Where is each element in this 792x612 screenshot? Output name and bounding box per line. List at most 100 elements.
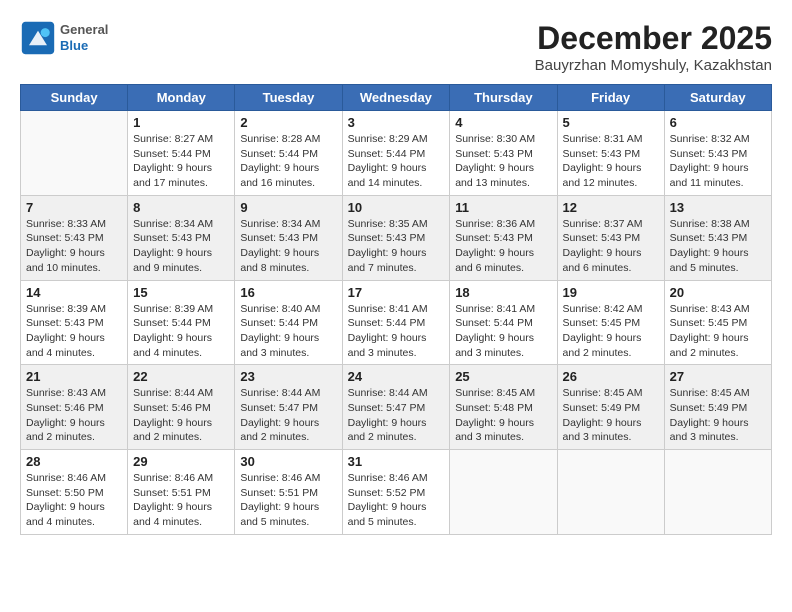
day-info: Sunrise: 8:44 AMSunset: 5:46 PMDaylight:…	[133, 386, 229, 445]
day-info: Sunrise: 8:45 AMSunset: 5:49 PMDaylight:…	[563, 386, 659, 445]
calendar-cell: 5Sunrise: 8:31 AMSunset: 5:43 PMDaylight…	[557, 111, 664, 196]
calendar-cell: 25Sunrise: 8:45 AMSunset: 5:48 PMDayligh…	[450, 365, 557, 450]
logo-icon	[20, 20, 56, 56]
logo-text: General Blue	[60, 22, 108, 53]
day-number: 19	[563, 285, 659, 300]
day-info: Sunrise: 8:44 AMSunset: 5:47 PMDaylight:…	[240, 386, 336, 445]
day-info: Sunrise: 8:45 AMSunset: 5:49 PMDaylight:…	[670, 386, 766, 445]
day-number: 14	[26, 285, 122, 300]
calendar-header-sunday: Sunday	[21, 85, 128, 111]
calendar-header-monday: Monday	[128, 85, 235, 111]
day-info: Sunrise: 8:30 AMSunset: 5:43 PMDaylight:…	[455, 132, 551, 191]
day-number: 30	[240, 454, 336, 469]
calendar-cell: 20Sunrise: 8:43 AMSunset: 5:45 PMDayligh…	[664, 280, 771, 365]
calendar-cell: 11 Sunrise: 8:36 AMSunset: 5:43 PMDayligh…	[450, 195, 557, 280]
calendar-cell: 3 Sunrise: 8:29 AMSunset: 5:44 PMDaylight…	[342, 111, 450, 196]
day-info: Sunrise: 8:46 AMSunset: 5:52 PMDaylight:…	[348, 471, 445, 530]
calendar-cell: 4 Sunrise: 8:30 AMSunset: 5:43 PMDaylight…	[450, 111, 557, 196]
day-info: Sunrise: 8:28 AMSunset: 5:44 PMDaylight:…	[240, 132, 336, 191]
calendar-cell: 19 Sunrise: 8:42 AMSunset: 5:45 PMDayligh…	[557, 280, 664, 365]
calendar-cell: 18Sunrise: 8:41 AMSunset: 5:44 PMDayligh…	[450, 280, 557, 365]
logo-blue-text: Blue	[60, 38, 108, 54]
calendar-cell: 1 Sunrise: 8:27 AMSunset: 5:44 PMDaylight…	[128, 111, 235, 196]
day-info: Sunrise: 8:31 AMSunset: 5:43 PMDaylight:…	[563, 132, 659, 191]
day-info: Sunrise: 8:33 AMSunset: 5:43 PMDaylight:…	[26, 217, 122, 276]
day-info: Sunrise: 8:46 AMSunset: 5:50 PMDaylight:…	[26, 471, 122, 530]
day-info: Sunrise: 8:27 AMSunset: 5:44 PMDaylight:…	[133, 132, 229, 191]
calendar-week-row: 14 Sunrise: 8:39 AMSunset: 5:43 PMDayligh…	[21, 280, 772, 365]
day-info: Sunrise: 8:32 AMSunset: 5:43 PMDaylight:…	[670, 132, 766, 191]
page-header: General Blue December 2025 Bauyrzhan Mom…	[20, 20, 772, 74]
page-subtitle: Bauyrzhan Momyshuly, Kazakhstan	[535, 57, 772, 74]
day-number: 16	[240, 285, 336, 300]
day-info: Sunrise: 8:36 AMSunset: 5:43 PMDaylight:…	[455, 217, 551, 276]
calendar-cell: 17 Sunrise: 8:41 AMSunset: 5:44 PMDayligh…	[342, 280, 450, 365]
day-info: Sunrise: 8:37 AMSunset: 5:43 PMDaylight:…	[563, 217, 659, 276]
calendar-cell: 7 Sunrise: 8:33 AMSunset: 5:43 PMDaylight…	[21, 195, 128, 280]
calendar-cell	[21, 111, 128, 196]
logo-general-text: General	[60, 22, 108, 38]
day-info: Sunrise: 8:38 AMSunset: 5:43 PMDaylight:…	[670, 217, 766, 276]
day-info: Sunrise: 8:39 AMSunset: 5:43 PMDaylight:…	[26, 302, 122, 361]
calendar-cell: 14 Sunrise: 8:39 AMSunset: 5:43 PMDayligh…	[21, 280, 128, 365]
day-number: 29	[133, 454, 229, 469]
calendar-cell: 8Sunrise: 8:34 AMSunset: 5:43 PMDaylight…	[128, 195, 235, 280]
calendar-header-thursday: Thursday	[450, 85, 557, 111]
calendar-cell: 13 Sunrise: 8:38 AMSunset: 5:43 PMDayligh…	[664, 195, 771, 280]
calendar-header-wednesday: Wednesday	[342, 85, 450, 111]
day-number: 31	[348, 454, 445, 469]
calendar-cell: 2 Sunrise: 8:28 AMSunset: 5:44 PMDaylight…	[235, 111, 342, 196]
day-info: Sunrise: 8:41 AMSunset: 5:44 PMDaylight:…	[455, 302, 551, 361]
day-info: Sunrise: 8:43 AMSunset: 5:46 PMDaylight:…	[26, 386, 122, 445]
day-info: Sunrise: 8:35 AMSunset: 5:43 PMDaylight:…	[348, 217, 445, 276]
calendar-header-tuesday: Tuesday	[235, 85, 342, 111]
day-number: 26	[563, 369, 659, 384]
calendar-cell: 12 Sunrise: 8:37 AMSunset: 5:43 PMDayligh…	[557, 195, 664, 280]
day-number: 13	[670, 200, 766, 215]
day-number: 15	[133, 285, 229, 300]
day-number: 3	[348, 115, 445, 130]
calendar-table: SundayMondayTuesdayWednesdayThursdayFrid…	[20, 84, 772, 535]
day-number: 1	[133, 115, 229, 130]
day-number: 10	[348, 200, 445, 215]
calendar-cell: 29Sunrise: 8:46 AMSunset: 5:51 PMDayligh…	[128, 450, 235, 535]
calendar-cell: 28Sunrise: 8:46 AMSunset: 5:50 PMDayligh…	[21, 450, 128, 535]
calendar-header-friday: Friday	[557, 85, 664, 111]
day-number: 17	[348, 285, 445, 300]
calendar-cell: 22Sunrise: 8:44 AMSunset: 5:46 PMDayligh…	[128, 365, 235, 450]
calendar-cell: 9Sunrise: 8:34 AMSunset: 5:43 PMDaylight…	[235, 195, 342, 280]
day-number: 8	[133, 200, 229, 215]
day-info: Sunrise: 8:43 AMSunset: 5:45 PMDaylight:…	[670, 302, 766, 361]
day-info: Sunrise: 8:40 AMSunset: 5:44 PMDaylight:…	[240, 302, 336, 361]
day-info: Sunrise: 8:29 AMSunset: 5:44 PMDaylight:…	[348, 132, 445, 191]
day-info: Sunrise: 8:46 AMSunset: 5:51 PMDaylight:…	[240, 471, 336, 530]
calendar-cell: 21 Sunrise: 8:43 AMSunset: 5:46 PMDayligh…	[21, 365, 128, 450]
calendar-header-row: SundayMondayTuesdayWednesdayThursdayFrid…	[21, 85, 772, 111]
calendar-cell: 27 Sunrise: 8:45 AMSunset: 5:49 PMDayligh…	[664, 365, 771, 450]
day-number: 2	[240, 115, 336, 130]
calendar-cell: 15Sunrise: 8:39 AMSunset: 5:44 PMDayligh…	[128, 280, 235, 365]
day-number: 21	[26, 369, 122, 384]
day-number: 27	[670, 369, 766, 384]
day-number: 9	[240, 200, 336, 215]
day-number: 7	[26, 200, 122, 215]
logo: General Blue	[20, 20, 108, 56]
calendar-cell: 6 Sunrise: 8:32 AMSunset: 5:43 PMDaylight…	[664, 111, 771, 196]
calendar-cell	[664, 450, 771, 535]
day-number: 4	[455, 115, 551, 130]
calendar-cell	[450, 450, 557, 535]
calendar-cell: 23 Sunrise: 8:44 AMSunset: 5:47 PMDayligh…	[235, 365, 342, 450]
day-number: 6	[670, 115, 766, 130]
day-info: Sunrise: 8:44 AMSunset: 5:47 PMDaylight:…	[348, 386, 445, 445]
calendar-cell: 30 Sunrise: 8:46 AMSunset: 5:51 PMDayligh…	[235, 450, 342, 535]
day-info: Sunrise: 8:45 AMSunset: 5:48 PMDaylight:…	[455, 386, 551, 445]
calendar-week-row: 1 Sunrise: 8:27 AMSunset: 5:44 PMDaylight…	[21, 111, 772, 196]
day-info: Sunrise: 8:41 AMSunset: 5:44 PMDaylight:…	[348, 302, 445, 361]
calendar-header-saturday: Saturday	[664, 85, 771, 111]
day-number: 11	[455, 200, 551, 215]
day-number: 23	[240, 369, 336, 384]
day-info: Sunrise: 8:42 AMSunset: 5:45 PMDaylight:…	[563, 302, 659, 361]
day-number: 12	[563, 200, 659, 215]
calendar-cell: 31 Sunrise: 8:46 AMSunset: 5:52 PMDayligh…	[342, 450, 450, 535]
calendar-week-row: 28Sunrise: 8:46 AMSunset: 5:50 PMDayligh…	[21, 450, 772, 535]
